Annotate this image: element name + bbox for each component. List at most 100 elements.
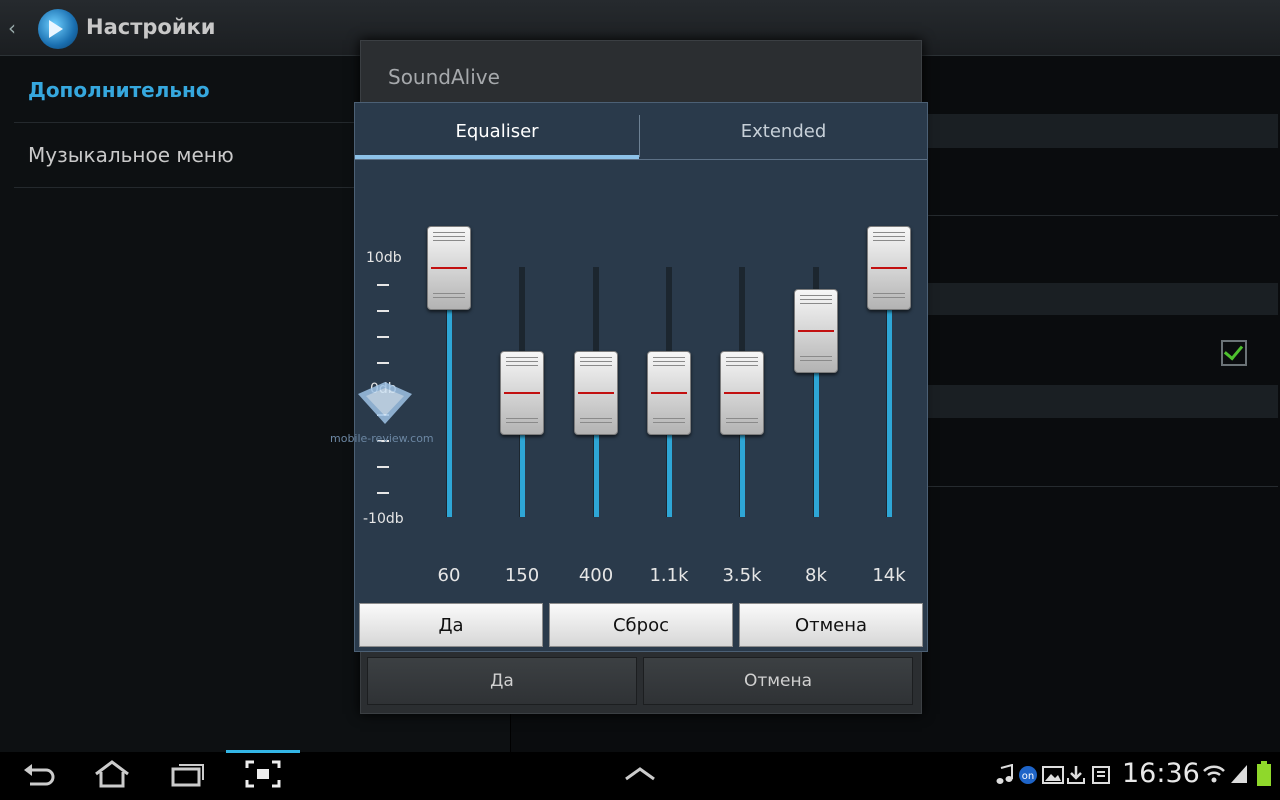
knob-grip (800, 294, 832, 296)
section-header (921, 114, 1278, 148)
tab-equaliser[interactable]: Equaliser (355, 103, 639, 159)
knob-grip (433, 240, 465, 241)
status-clock: 16:36 (1122, 758, 1200, 789)
slider-knob[interactable] (647, 351, 691, 435)
knob-indicator (871, 267, 907, 269)
knob-grip (580, 422, 612, 423)
knob-grip (580, 418, 612, 419)
scale-tick (377, 466, 389, 468)
slider-knob[interactable] (427, 226, 471, 310)
knob-grip (506, 361, 538, 362)
band-frequency-label: 60 (437, 565, 461, 586)
knob-grip (873, 240, 905, 241)
knob-grip (653, 365, 685, 366)
knob-indicator (724, 392, 760, 394)
scale-tick (377, 310, 389, 312)
knob-grip (726, 422, 758, 423)
battery-icon (1257, 761, 1271, 786)
notification-icon (1092, 766, 1110, 784)
watermark-text: mobile-review.com (330, 432, 434, 445)
knob-grip (800, 359, 832, 361)
back-chevron-icon[interactable]: ‹ (8, 16, 16, 40)
knob-grip (726, 365, 758, 366)
knob-grip (800, 355, 832, 357)
wifi-icon (1203, 765, 1225, 783)
knob-grip (433, 297, 465, 298)
ok-button[interactable]: Да (367, 657, 637, 705)
knob-grip (726, 357, 758, 358)
sidebar-item-label: Музыкальное меню (28, 143, 234, 167)
band-frequency-label: 8k (805, 565, 827, 586)
knob-grip (506, 365, 538, 366)
scale-tick (377, 362, 389, 364)
recent-apps-icon[interactable] (170, 760, 206, 788)
knob-grip (580, 361, 612, 362)
cancel-button[interactable]: Отмена (643, 657, 913, 705)
tab-extended[interactable]: Extended (640, 103, 927, 159)
music-app-icon[interactable] (38, 9, 78, 49)
svg-text:on: on (1022, 771, 1034, 782)
knob-grip (726, 361, 758, 362)
knob-grip (580, 365, 612, 366)
band-frequency-label: 1.1k (649, 565, 689, 586)
page-title: Настройки (86, 15, 216, 39)
divider (921, 486, 1278, 487)
screenshot-icon[interactable] (245, 760, 281, 788)
knob-grip (800, 298, 832, 300)
knob-grip (433, 293, 465, 294)
knob-grip (873, 232, 905, 233)
band-frequency-label: 14k (872, 565, 906, 586)
play-icon (49, 20, 63, 38)
scale-tick (377, 492, 389, 494)
knob-indicator (578, 392, 614, 394)
knob-grip (506, 422, 538, 423)
equalizer-dialog: Equaliser Extended 10db 0db -10db 601504… (354, 102, 928, 652)
chevron-up-icon[interactable] (624, 766, 656, 782)
ok-button[interactable]: Да (359, 603, 543, 647)
knob-grip (653, 422, 685, 423)
band-frequency-label: 3.5k (722, 565, 762, 586)
scale-tick (377, 284, 389, 286)
knob-grip (433, 232, 465, 233)
home-icon[interactable] (92, 760, 132, 788)
band-frequency-label: 400 (578, 565, 614, 586)
slider-knob[interactable] (720, 351, 764, 435)
knob-grip (653, 361, 685, 362)
signal-icon (1231, 765, 1247, 783)
cancel-button[interactable]: Отмена (739, 603, 923, 647)
knob-grip (506, 357, 538, 358)
tab-bar: Equaliser Extended (355, 103, 927, 160)
slider-knob[interactable] (574, 351, 618, 435)
knob-grip (433, 236, 465, 237)
download-icon (1067, 766, 1085, 784)
music-note-icon (996, 764, 1013, 784)
reset-button[interactable]: Сброс (549, 603, 733, 647)
slider-knob[interactable] (794, 288, 838, 373)
gallery-icon (1042, 766, 1064, 784)
knob-grip (726, 418, 758, 419)
scale-max-label: 10db (366, 250, 402, 266)
knob-indicator (651, 392, 687, 394)
slider-knob[interactable] (500, 351, 544, 435)
slider-knob[interactable] (867, 226, 911, 310)
divider (921, 215, 1278, 216)
knob-grip (653, 418, 685, 419)
section-header (921, 385, 1278, 418)
back-icon[interactable] (22, 760, 56, 788)
band-frequency-label: 150 (504, 565, 540, 586)
chaton-icon: on (1019, 766, 1037, 784)
nav-active-indicator (226, 750, 300, 753)
knob-grip (580, 357, 612, 358)
tab-indicator (355, 155, 639, 159)
knob-indicator (504, 392, 540, 394)
knob-grip (800, 302, 832, 304)
knob-indicator (431, 267, 467, 269)
scale-min-label: -10db (363, 511, 404, 527)
section-header (921, 283, 1278, 315)
knob-grip (653, 357, 685, 358)
dialog-title: SoundAlive (388, 65, 500, 89)
checkbox[interactable] (1221, 340, 1247, 366)
knob-grip (873, 236, 905, 237)
scale-tick (377, 336, 389, 338)
knob-grip (506, 418, 538, 419)
